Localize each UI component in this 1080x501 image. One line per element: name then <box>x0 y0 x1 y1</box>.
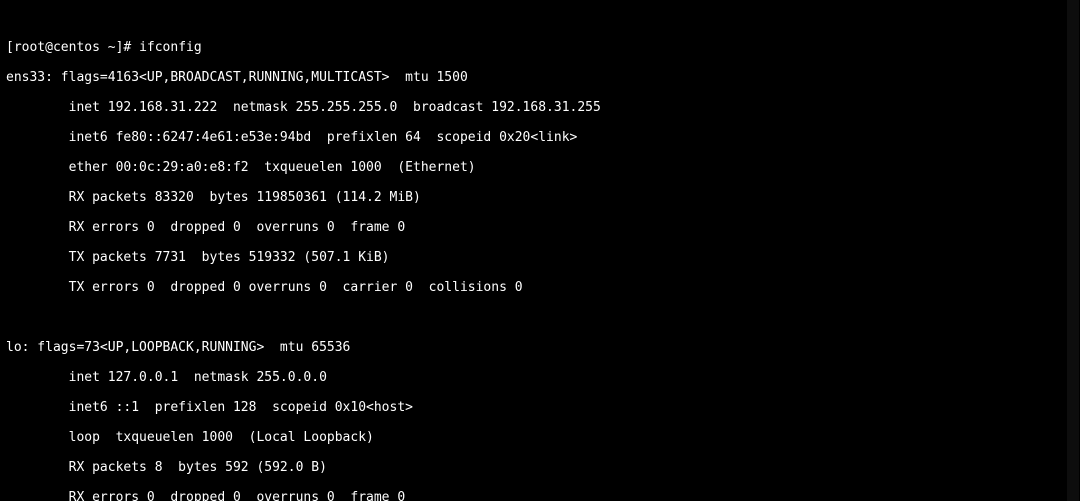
ifconfig-lo-inet: inet 127.0.0.1 netmask 255.0.0.0 <box>6 370 1074 385</box>
prompt: [root@centos ~]# <box>6 40 131 55</box>
ifconfig-ens33-txe: TX errors 0 dropped 0 overruns 0 carrier… <box>6 280 1074 295</box>
ifconfig-lo-header: lo: flags=73<UP,LOOPBACK,RUNNING> mtu 65… <box>6 340 1074 355</box>
prompt-line: [root@centos ~]# ifconfig <box>6 40 1074 55</box>
ifconfig-lo-rxe: RX errors 0 dropped 0 overruns 0 frame 0 <box>6 490 1074 501</box>
truncated-top-line <box>6 17 1074 25</box>
ifconfig-ens33-rxe: RX errors 0 dropped 0 overruns 0 frame 0 <box>6 220 1074 235</box>
ifconfig-lo-rxp: RX packets 8 bytes 592 (592.0 B) <box>6 460 1074 475</box>
blank-line <box>6 310 1074 325</box>
scrollbar[interactable] <box>1065 0 1080 501</box>
ifconfig-ens33-inet6: inet6 fe80::6247:4e61:e53e:94bd prefixle… <box>6 130 1074 145</box>
terminal-window[interactable]: [root@centos ~]# ifconfig ens33: flags=4… <box>0 0 1080 501</box>
ifconfig-ens33-inet: inet 192.168.31.222 netmask 255.255.255.… <box>6 100 1074 115</box>
terminal-output[interactable]: [root@centos ~]# ifconfig ens33: flags=4… <box>0 0 1080 501</box>
ifconfig-ens33-ether: ether 00:0c:29:a0:e8:f2 txqueuelen 1000 … <box>6 160 1074 175</box>
scrollbar-thumb[interactable] <box>1067 0 1079 501</box>
ifconfig-ens33-header: ens33: flags=4163<UP,BROADCAST,RUNNING,M… <box>6 70 1074 85</box>
ifconfig-ens33-txp: TX packets 7731 bytes 519332 (507.1 KiB) <box>6 250 1074 265</box>
ifconfig-lo-loop: loop txqueuelen 1000 (Local Loopback) <box>6 430 1074 445</box>
ifconfig-lo-inet6: inet6 ::1 prefixlen 128 scopeid 0x10<hos… <box>6 400 1074 415</box>
command-text: ifconfig <box>139 40 202 55</box>
ifconfig-ens33-rxp: RX packets 83320 bytes 119850361 (114.2 … <box>6 190 1074 205</box>
